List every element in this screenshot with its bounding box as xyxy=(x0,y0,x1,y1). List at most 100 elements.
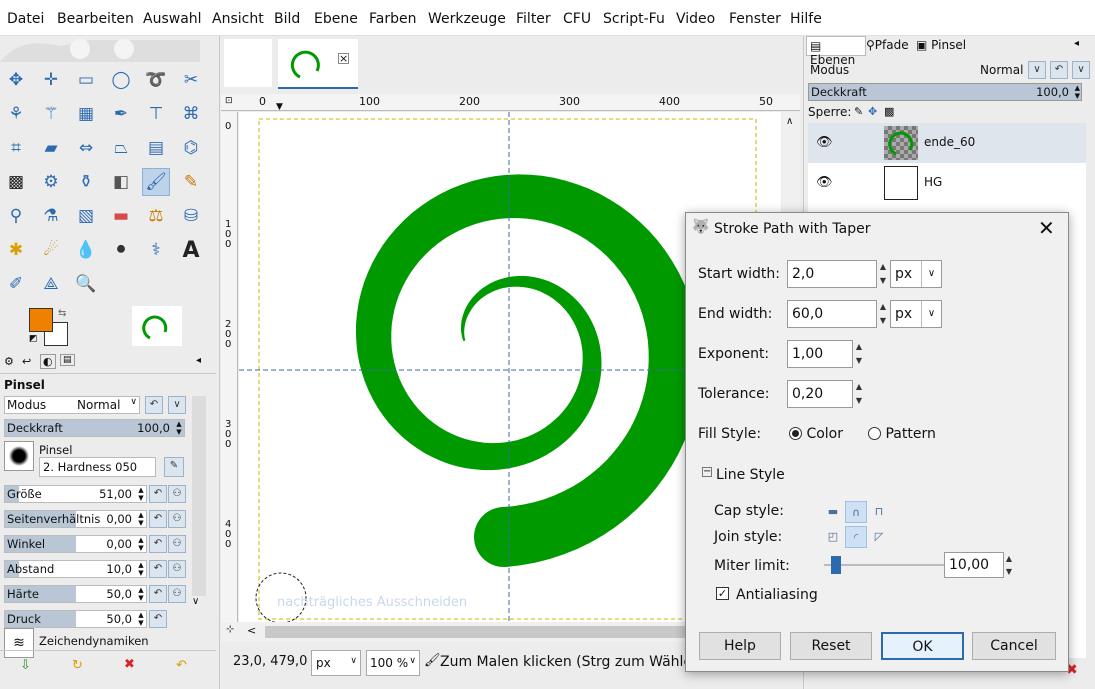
fuzzy-select-icon[interactable]: ⚚ xyxy=(37,100,65,128)
option-spin[interactable]: ▲ ▼ xyxy=(136,536,146,552)
bucket-fill-icon[interactable]: ⚱ xyxy=(72,168,100,196)
end-width-input[interactable]: 60,0 xyxy=(787,300,877,328)
lock-pixels-icon[interactable]: ✎ xyxy=(854,105,863,118)
layer-name[interactable]: ende_60 xyxy=(924,135,975,149)
layer-name[interactable]: HG xyxy=(924,175,942,189)
close-icon[interactable]: ✕ xyxy=(1038,216,1055,240)
nodes-icon[interactable]: ⚙ xyxy=(37,168,65,196)
reset-value-icon[interactable]: ↶ xyxy=(149,560,167,578)
tolerance-spin[interactable]: ▲ ▼ xyxy=(854,380,864,408)
foreground-color-swatch[interactable] xyxy=(29,308,53,332)
active-image-thumbnail[interactable] xyxy=(132,306,182,346)
option-slider[interactable]: Abstand 10,0 ▲ ▼ xyxy=(4,560,147,578)
unified-transform-icon[interactable]: ▰ xyxy=(37,134,65,162)
reset-value-icon[interactable]: ↶ xyxy=(149,485,167,503)
exponent-input[interactable]: 1,00 xyxy=(787,340,853,368)
undo-history-tab-icon[interactable]: ◐ xyxy=(40,354,56,369)
mode-dropdown-icon[interactable]: ∨ xyxy=(168,396,186,414)
move-tool-icon[interactable]: ✥ xyxy=(2,66,30,94)
option-slider[interactable]: Seitenverhältnis 0,00 ▲ ▼ xyxy=(4,510,147,528)
cap-butt-icon[interactable]: ▬ xyxy=(822,501,844,523)
menu-ansicht[interactable]: Ansicht xyxy=(212,11,264,27)
fill-color-radio[interactable]: Color xyxy=(789,426,843,442)
clone-icon[interactable]: ⚖ xyxy=(142,202,170,230)
link-dynamics-icon[interactable]: ⚇ xyxy=(168,585,186,603)
menu-datei[interactable]: Datei xyxy=(7,11,44,27)
measure-icon[interactable]: ⟁ xyxy=(37,270,65,298)
eraser-icon[interactable]: ▬ xyxy=(107,202,135,230)
tab-pfade[interactable]: ⚲Pfade xyxy=(866,38,909,52)
menu-fenster[interactable]: Fenster xyxy=(729,11,781,27)
reset-mode-icon[interactable]: ↶ xyxy=(1050,61,1068,79)
mode-dropdown-icon[interactable]: ∨ xyxy=(1072,61,1090,79)
color-picker-icon[interactable]: ✐ xyxy=(2,270,30,298)
handle-transform-icon[interactable]: ⌬ xyxy=(177,134,205,162)
tool-options-tab-icon[interactable]: ⚙ xyxy=(4,355,14,368)
link-dynamics-icon[interactable]: ⚇ xyxy=(168,560,186,578)
join-bevel-icon[interactable]: ◸ xyxy=(868,526,890,548)
miter-limit-thumb[interactable] xyxy=(831,556,841,574)
chevron-down-icon[interactable]: ∨ xyxy=(1028,61,1046,79)
ruler-corner-icon[interactable]: ⊡ xyxy=(225,96,233,106)
airbrush-icon[interactable]: ⚲ xyxy=(2,202,30,230)
menu-filter[interactable]: Filter xyxy=(516,11,551,27)
color-select-icon[interactable]: ▦ xyxy=(72,100,100,128)
opacity-spin[interactable]: ▲ ▼ xyxy=(174,420,184,436)
crop-icon[interactable]: ⌗ xyxy=(2,134,30,162)
cap-square-icon[interactable]: ⊓ xyxy=(868,501,890,523)
image-tab-blank[interactable] xyxy=(224,39,272,87)
menu-script-fu[interactable]: Script-Fu xyxy=(603,11,665,27)
option-spin[interactable]: ▲ ▼ xyxy=(136,561,146,577)
rect-select-icon[interactable]: ▭ xyxy=(72,66,100,94)
option-spin[interactable]: ▲ ▼ xyxy=(136,611,146,627)
images-tab-icon[interactable]: ▤ xyxy=(60,354,75,366)
mode-select[interactable]: Modus Normal ∨ xyxy=(4,396,140,414)
default-colors-icon[interactable]: ◩ xyxy=(29,334,38,344)
brush-name-field[interactable]: 2. Hardness 050 xyxy=(39,457,156,477)
swap-colors-icon[interactable]: ⇆ xyxy=(58,308,66,319)
save-options-icon[interactable]: ⇩ xyxy=(20,658,31,673)
device-status-tab-icon[interactable]: ↩ xyxy=(22,355,31,368)
menu-bild[interactable]: Bild xyxy=(274,11,300,27)
option-slider[interactable]: Druck 50,0 ▲ ▼ xyxy=(4,610,147,628)
checker-icon[interactable]: ▩ xyxy=(2,168,30,196)
option-spin[interactable]: ▲ ▼ xyxy=(136,586,146,602)
miter-limit-slider[interactable] xyxy=(824,564,944,566)
opacity-slider[interactable]: Deckkraft 100,0 ▲ ▼ xyxy=(4,419,185,437)
smudge-icon[interactable]: ☄ xyxy=(37,236,65,264)
warp-icon[interactable]: ⌘ xyxy=(177,100,205,128)
paintbrush-icon[interactable]: 🖌 xyxy=(142,168,170,196)
menu-auswahl[interactable]: Auswahl xyxy=(143,11,202,27)
lasso-icon[interactable]: ➰ xyxy=(142,66,170,94)
option-slider[interactable]: Härte 50,0 ▲ ▼ xyxy=(4,585,147,603)
gradient-icon[interactable]: ◧ xyxy=(107,168,135,196)
scroll-down-icon[interactable]: ∨ xyxy=(192,596,199,607)
menu-ebene[interactable]: Ebene xyxy=(314,11,358,27)
horizontal-ruler[interactable]: ⊡ 0 100 200 300 400 50 ▼ xyxy=(221,94,800,112)
link-dynamics-icon[interactable]: ⚇ xyxy=(168,510,186,528)
delete-options-icon[interactable]: ✖ xyxy=(124,657,135,672)
perspective-icon[interactable]: ⏢ xyxy=(107,134,135,162)
menu-video[interactable]: Video xyxy=(676,11,715,27)
close-icon[interactable]: × xyxy=(338,53,349,64)
path-tool-icon[interactable]: ⚕ xyxy=(142,236,170,264)
cage-icon[interactable]: ▤ xyxy=(142,134,170,162)
start-width-input[interactable]: 2,0 xyxy=(787,260,877,288)
reset-options-icon[interactable]: ↶ xyxy=(176,658,187,673)
paths-icon[interactable]: ✒ xyxy=(107,100,135,128)
join-round-icon[interactable]: ◜ xyxy=(845,526,867,548)
vertical-ruler[interactable]: 0 1 0 0 2 0 0 3 0 0 4 0 0 xyxy=(221,112,238,632)
heal-star-icon[interactable]: ✱ xyxy=(2,236,30,264)
ellipse-select-icon[interactable]: ◯ xyxy=(107,66,135,94)
image-tab-active[interactable]: × xyxy=(278,39,358,89)
reset-button[interactable]: Reset xyxy=(790,632,872,660)
layers-mode-value[interactable]: Normal xyxy=(980,63,1023,77)
ink-icon[interactable]: ⚗ xyxy=(37,202,65,230)
edit-brush-icon[interactable]: ✎ xyxy=(164,457,184,477)
tab-menu-icon[interactable]: ◂ xyxy=(1074,38,1079,49)
link-dynamics-icon[interactable]: ⚇ xyxy=(168,485,186,503)
reset-mode-icon[interactable]: ↶ xyxy=(145,396,163,414)
flip-icon[interactable]: ⇔ xyxy=(72,134,100,162)
cap-round-icon[interactable]: ∩ xyxy=(845,501,867,523)
scroll-up-icon[interactable]: ∧ xyxy=(786,116,793,127)
